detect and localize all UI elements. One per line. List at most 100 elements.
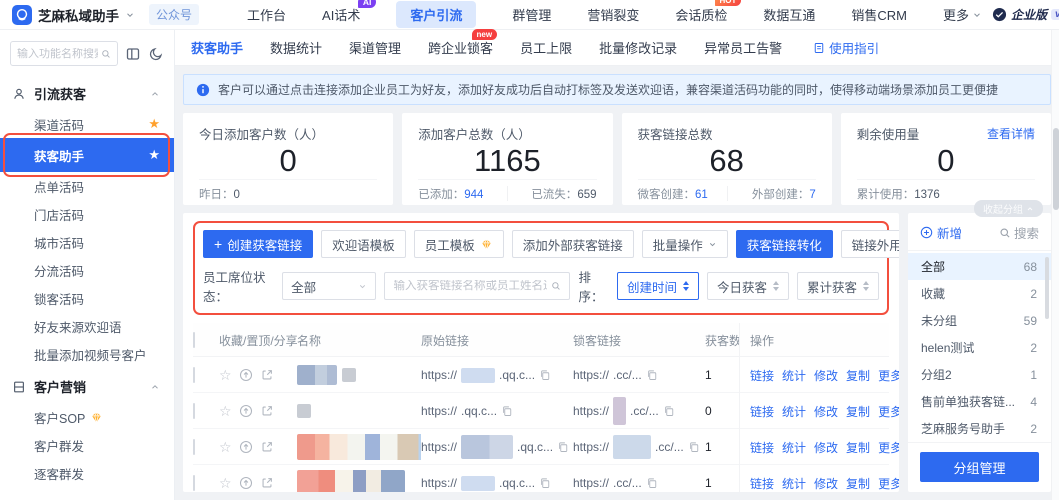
- favorite-star-icon[interactable]: ☆: [219, 404, 232, 418]
- wechat-created-link[interactable]: 61: [695, 189, 708, 201]
- action-link[interactable]: 链接: [750, 439, 774, 456]
- sidebar-item[interactable]: 客户群发: [0, 431, 174, 459]
- nav-item-data-exchange[interactable]: 数据互通: [763, 5, 815, 24]
- sort-by-total-customers[interactable]: 累计获客: [797, 272, 879, 300]
- group-item-all[interactable]: 全部68: [908, 253, 1051, 280]
- create-link-button[interactable]: +创建获客链接: [203, 230, 313, 258]
- batch-actions-dropdown[interactable]: 批量操作: [642, 230, 728, 258]
- action-more[interactable]: 更多: [878, 367, 899, 384]
- scrollbar-thumb[interactable]: [1053, 128, 1059, 210]
- tab-channel-management[interactable]: 渠道管理: [349, 38, 401, 57]
- group-list-scrollbar[interactable]: [1045, 257, 1049, 319]
- sidebar-section-marketing[interactable]: 客户营销: [0, 368, 174, 403]
- layout-board-icon[interactable]: [125, 46, 141, 62]
- sort-by-create-time[interactable]: 创建时间: [617, 272, 699, 300]
- sidebar-search-input[interactable]: [17, 48, 98, 60]
- action-link[interactable]: 链接: [750, 475, 774, 492]
- row-checkbox[interactable]: [193, 475, 195, 491]
- group-item[interactable]: helen测试2: [908, 334, 1051, 361]
- copy-icon[interactable]: [501, 405, 513, 417]
- share-external-icon[interactable]: [260, 440, 274, 454]
- added-count-link[interactable]: 944: [464, 189, 483, 201]
- pin-top-icon[interactable]: [239, 368, 253, 382]
- action-edit[interactable]: 修改: [814, 475, 838, 492]
- action-more[interactable]: 更多: [878, 439, 899, 456]
- link-search-input[interactable]: [393, 280, 547, 292]
- window-scrollbar[interactable]: [1051, 30, 1059, 500]
- copy-icon[interactable]: [557, 441, 569, 453]
- select-all-checkbox[interactable]: [193, 332, 195, 348]
- action-stats[interactable]: 统计: [782, 367, 806, 384]
- row-checkbox[interactable]: [193, 367, 195, 383]
- sidebar-item[interactable]: 逐客群发: [0, 459, 174, 487]
- favorite-star-icon[interactable]: ☆: [219, 476, 232, 490]
- action-more[interactable]: 更多: [878, 475, 899, 492]
- favorite-star-icon[interactable]: ☆: [219, 440, 232, 454]
- manage-groups-button[interactable]: 分组管理: [920, 452, 1039, 482]
- sidebar-item[interactable]: 点单活码: [0, 172, 174, 200]
- group-item[interactable]: 售前单独获客链...4: [908, 388, 1051, 415]
- copy-icon[interactable]: [688, 441, 700, 453]
- link-search-box[interactable]: [384, 272, 570, 300]
- nav-item-group-management[interactable]: 群管理: [512, 5, 551, 24]
- group-search-button[interactable]: 搜索: [999, 223, 1039, 242]
- action-stats[interactable]: 统计: [782, 475, 806, 492]
- action-edit[interactable]: 修改: [814, 403, 838, 420]
- collapse-groups-pill[interactable]: 收起分组: [974, 200, 1043, 217]
- group-item[interactable]: 收藏2: [908, 280, 1051, 307]
- pin-top-icon[interactable]: [239, 440, 253, 454]
- account-type-toggle[interactable]: 公众号: [149, 4, 199, 25]
- usage-guide-link[interactable]: 使用指引: [813, 38, 879, 57]
- external-created-link[interactable]: 7: [809, 189, 815, 201]
- tab-cross-company-lock[interactable]: 跨企业锁客new: [428, 38, 493, 57]
- action-copy[interactable]: 复制: [846, 439, 870, 456]
- pin-top-icon[interactable]: [239, 476, 253, 490]
- sidebar-item[interactable]: 锁客活码: [0, 284, 174, 312]
- tab-batch-modify-log[interactable]: 批量修改记录: [599, 38, 677, 57]
- welcome-template-button[interactable]: 欢迎语模板: [321, 230, 406, 258]
- action-edit[interactable]: 修改: [814, 367, 838, 384]
- action-more[interactable]: 更多: [878, 403, 899, 420]
- seat-status-select[interactable]: 全部: [282, 272, 376, 300]
- sidebar-item[interactable]: 城市活码: [0, 228, 174, 256]
- copy-icon[interactable]: [539, 477, 551, 489]
- nav-item-chat-inspection[interactable]: 会话质检HOT: [675, 5, 727, 24]
- brand[interactable]: 芝麻私域助手: [12, 5, 135, 25]
- tab-staff-limit[interactable]: 员工上限: [520, 38, 572, 57]
- action-link[interactable]: 链接: [750, 367, 774, 384]
- sidebar-item[interactable]: 好友来源欢迎语: [0, 312, 174, 340]
- action-link[interactable]: 链接: [750, 403, 774, 420]
- nav-item-workbench[interactable]: 工作台: [247, 5, 286, 24]
- share-external-icon[interactable]: [260, 404, 274, 418]
- nav-item-ai-script[interactable]: AI话术AI: [322, 5, 360, 24]
- dark-mode-moon-icon[interactable]: [148, 46, 164, 62]
- favorite-star-icon[interactable]: ★: [148, 147, 160, 163]
- share-external-icon[interactable]: [260, 476, 274, 490]
- nav-item-more[interactable]: 更多: [943, 5, 982, 24]
- nav-item-sales-crm[interactable]: 销售CRM: [851, 5, 907, 24]
- favorite-star-icon[interactable]: ★: [148, 116, 160, 132]
- copy-icon[interactable]: [646, 369, 658, 381]
- tab-data-statistics[interactable]: 数据统计: [270, 38, 322, 57]
- pin-top-icon[interactable]: [239, 404, 253, 418]
- action-copy[interactable]: 复制: [846, 475, 870, 492]
- copy-icon[interactable]: [646, 477, 658, 489]
- copy-icon[interactable]: [539, 369, 551, 381]
- group-item[interactable]: 未分组59: [908, 307, 1051, 334]
- sidebar-item[interactable]: 批量添加视频号客户: [0, 340, 174, 368]
- nav-item-customer-acquisition[interactable]: 客户引流: [396, 1, 476, 28]
- nav-item-marketing-fission[interactable]: 营销裂变: [587, 5, 639, 24]
- sort-by-today-customers[interactable]: 今日获客: [707, 272, 789, 300]
- action-stats[interactable]: 统计: [782, 403, 806, 420]
- sidebar-item-active[interactable]: 获客助手 ★: [0, 138, 174, 172]
- sidebar-item[interactable]: 门店活码: [0, 200, 174, 228]
- sidebar-section-acquisition[interactable]: 引流获客: [0, 75, 174, 110]
- copy-icon[interactable]: [663, 405, 675, 417]
- add-external-link-button[interactable]: 添加外部获客链接: [512, 230, 634, 258]
- favorite-star-icon[interactable]: ☆: [219, 368, 232, 382]
- group-item[interactable]: 分组21: [908, 361, 1051, 388]
- sidebar-item[interactable]: 分流活码: [0, 256, 174, 284]
- link-conversion-button[interactable]: 获客链接转化: [736, 230, 833, 258]
- add-group-button[interactable]: 新增: [920, 223, 962, 242]
- row-checkbox[interactable]: [193, 439, 195, 455]
